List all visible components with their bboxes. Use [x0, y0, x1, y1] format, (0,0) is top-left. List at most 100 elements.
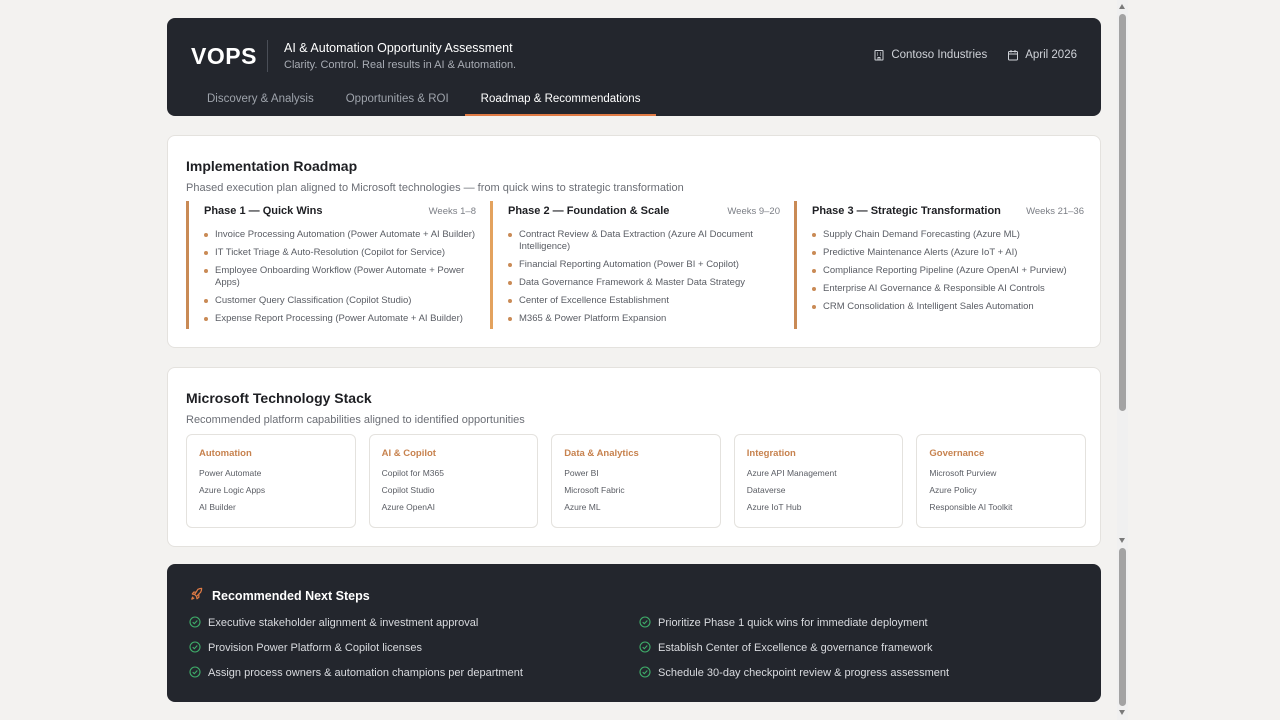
header-divider [267, 40, 268, 72]
stack-groups: Automation Power Automate Azure Logic Ap… [186, 434, 1086, 528]
next-steps-title: Recommended Next Steps [212, 589, 370, 603]
scroll-down-arrow-icon-lower[interactable] [1119, 710, 1125, 715]
list-item: Provision Power Platform & Copilot licen… [189, 640, 639, 656]
stack-item: Copilot for M365 [381, 468, 444, 478]
stack-group-automation: Automation Power Automate Azure Logic Ap… [186, 434, 356, 528]
phase-name: Phase 3 — Strategic Transformation [812, 205, 1001, 217]
app-header: VOPS AI & Automation Opportunity Assessm… [167, 18, 1101, 116]
stack-group-governance: Governance Microsoft Purview Azure Polic… [916, 434, 1086, 528]
list-item: Data Governance Framework & Master Data … [508, 277, 780, 289]
tab-discovery[interactable]: Discovery & Analysis [191, 90, 330, 116]
step-text: Assign process owners & automation champ… [208, 667, 523, 679]
stack-group-title: Automation [199, 448, 252, 459]
list-item: Center of Excellence Establishment [508, 295, 780, 307]
report-date: April 2026 [1025, 49, 1077, 61]
list-item: Invoice Processing Automation (Power Aut… [204, 229, 476, 241]
scrollbar-thumb-lower[interactable] [1119, 548, 1126, 706]
phase-1: Phase 1 — Quick Wins Weeks 1–8 Invoice P… [186, 201, 476, 329]
phase-weeks: Weeks 9–20 [727, 206, 780, 217]
stack-item: Azure ML [564, 502, 601, 512]
phase-weeks: Weeks 21–36 [1026, 206, 1084, 217]
stack-group-title: Integration [746, 448, 796, 459]
scroll-up-arrow-icon[interactable] [1119, 4, 1125, 9]
page-title: AI & Automation Opportunity Assessment [284, 41, 513, 55]
scrollbar-thumb[interactable] [1119, 14, 1126, 411]
check-circle-icon [639, 665, 651, 681]
list-item: Compliance Reporting Pipeline (Azure Ope… [812, 265, 1084, 277]
phase-items: Supply Chain Demand Forecasting (Azure M… [812, 229, 1084, 313]
stack-group-ai-copilot: AI & Copilot Copilot for M365 Copilot St… [368, 434, 539, 528]
scrollbar[interactable] [1117, 0, 1128, 720]
page-subtitle: Clarity. Control. Real results in AI & A… [284, 59, 517, 71]
stack-item: Azure API Management [746, 468, 837, 478]
stack-item: AI Builder [199, 502, 236, 512]
stack-subtitle: Recommended platform capabilities aligne… [186, 414, 525, 426]
stack-item: Azure IoT Hub [746, 502, 802, 512]
next-steps-header: Recommended Next Steps [189, 587, 370, 605]
list-item: Schedule 30-day checkpoint review & prog… [639, 665, 1079, 681]
step-text: Provision Power Platform & Copilot licen… [208, 642, 422, 654]
step-text: Establish Center of Excellence & governa… [658, 642, 933, 654]
phase-weeks: Weeks 1–8 [428, 206, 476, 217]
stack-title: Microsoft Technology Stack [186, 390, 372, 406]
check-circle-icon [639, 615, 651, 631]
company-name: Contoso Industries [891, 49, 988, 61]
step-text: Executive stakeholder alignment & invest… [208, 617, 479, 629]
stack-item: Azure Policy [929, 485, 977, 495]
check-circle-icon [189, 665, 201, 681]
tech-stack-card: Microsoft Technology Stack Recommended p… [167, 367, 1101, 547]
page: VOPS AI & Automation Opportunity Assessm… [167, 18, 1101, 702]
stack-item: Power BI [564, 468, 599, 478]
phase-2: Phase 2 — Foundation & Scale Weeks 9–20 … [490, 201, 780, 329]
stack-item: Responsible AI Toolkit [929, 502, 1013, 512]
step-text: Schedule 30-day checkpoint review & prog… [658, 667, 950, 679]
phase-3: Phase 3 — Strategic Transformation Weeks… [794, 201, 1084, 329]
check-circle-icon [639, 640, 651, 656]
roadmap-title: Implementation Roadmap [186, 158, 358, 174]
list-item: Supply Chain Demand Forecasting (Azure M… [812, 229, 1084, 241]
list-item: Employee Onboarding Workflow (Power Auto… [204, 265, 476, 289]
phase-items: Invoice Processing Automation (Power Aut… [204, 229, 476, 325]
list-item: Prioritize Phase 1 quick wins for immedi… [639, 615, 1079, 631]
stack-group-data-analytics: Data & Analytics Power BI Microsoft Fabr… [551, 434, 721, 528]
list-item: Customer Query Classification (Copilot S… [204, 295, 476, 307]
next-steps-list: Executive stakeholder alignment & invest… [189, 615, 1079, 681]
stack-group-title: Governance [929, 448, 985, 459]
phase-name: Phase 2 — Foundation & Scale [508, 205, 670, 217]
tab-bar: Discovery & Analysis Opportunities & ROI… [191, 90, 657, 116]
stack-item: Dataverse [746, 485, 786, 495]
stack-item: Copilot Studio [381, 485, 435, 495]
list-item: Contract Review & Data Extraction (Azure… [508, 229, 780, 253]
list-item: CRM Consolidation & Intelligent Sales Au… [812, 301, 1084, 313]
company-meta: Contoso Industries [873, 49, 987, 61]
roadmap-card: Implementation Roadmap Phased execution … [167, 135, 1101, 348]
stack-item: Microsoft Fabric [564, 485, 625, 495]
tab-roadmap[interactable]: Roadmap & Recommendations [464, 90, 657, 116]
stack-group-integration: Integration Azure API Management Dataver… [733, 434, 904, 528]
scroll-down-arrow-icon[interactable] [1119, 538, 1125, 543]
phase-name: Phase 1 — Quick Wins [204, 205, 323, 217]
list-item: Expense Report Processing (Power Automat… [204, 313, 476, 325]
calendar-icon [1007, 49, 1019, 61]
list-item: Enterprise AI Governance & Responsible A… [812, 283, 1084, 295]
rocket-icon [189, 587, 204, 605]
next-steps-panel: Recommended Next Steps Executive stakeho… [167, 564, 1101, 702]
list-item: Predictive Maintenance Alerts (Azure IoT… [812, 247, 1084, 259]
logo: VOPS [191, 43, 257, 69]
stack-group-title: Data & Analytics [564, 448, 639, 459]
step-text: Prioritize Phase 1 quick wins for immedi… [658, 617, 928, 629]
phase-items: Contract Review & Data Extraction (Azure… [508, 229, 780, 325]
roadmap-subtitle: Phased execution plan aligned to Microso… [186, 182, 684, 194]
stack-item: Azure OpenAI [381, 502, 435, 512]
list-item: Executive stakeholder alignment & invest… [189, 615, 639, 631]
check-circle-icon [189, 640, 201, 656]
stack-item: Power Automate [199, 468, 262, 478]
list-item: Assign process owners & automation champ… [189, 665, 639, 681]
tab-opportunities[interactable]: Opportunities & ROI [330, 90, 465, 116]
header-meta: Contoso Industries April 2026 [873, 49, 1077, 61]
stack-group-title: AI & Copilot [381, 448, 436, 459]
stack-item: Azure Logic Apps [199, 485, 266, 495]
building-icon [873, 49, 885, 61]
check-circle-icon [189, 615, 201, 631]
list-item: Establish Center of Excellence & governa… [639, 640, 1079, 656]
